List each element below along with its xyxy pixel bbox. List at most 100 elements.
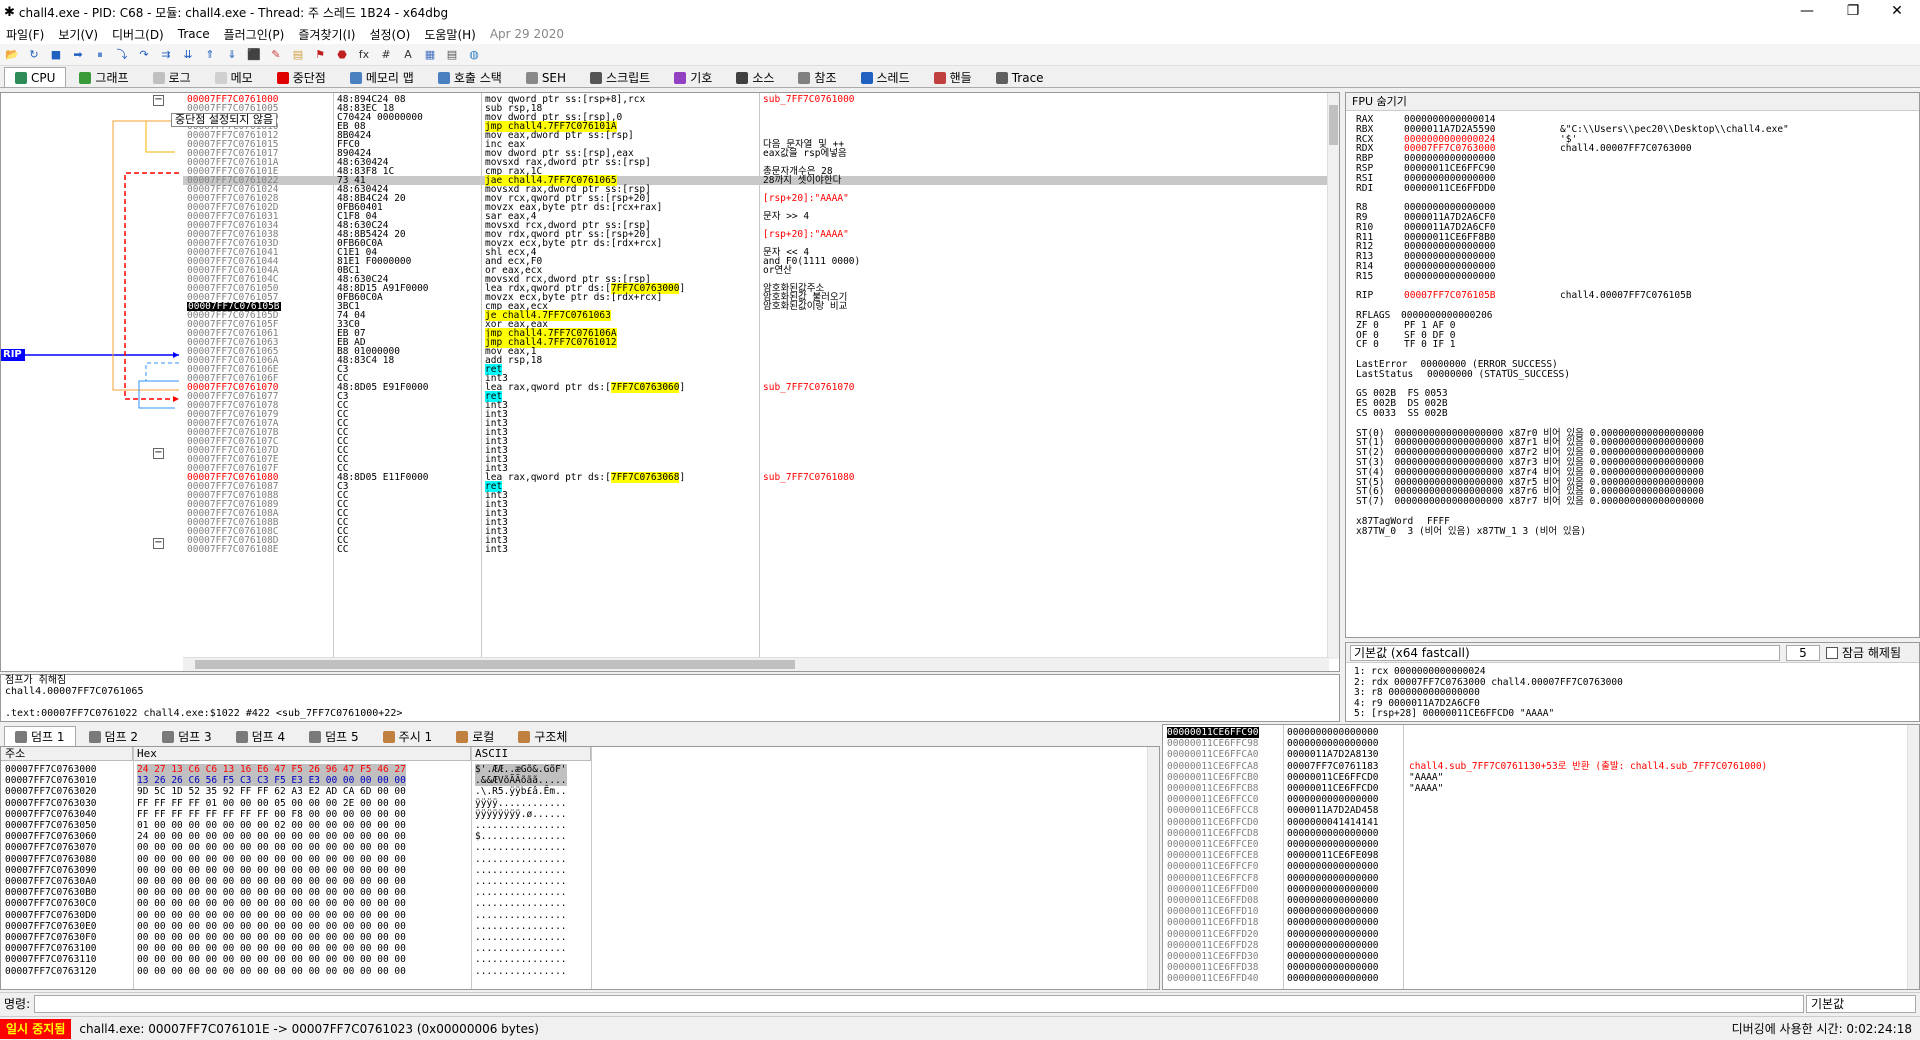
- log-icon[interactable]: ▤: [444, 47, 460, 63]
- menu-item[interactable]: 파일(F): [6, 26, 44, 43]
- menu-item[interactable]: Trace: [178, 27, 210, 41]
- disasm-row[interactable]: 00007FF7C0761089 CC int3: [183, 500, 1329, 510]
- stack-pane[interactable]: 00000011CE6FFC90 0000000000000000 00000011…: [1162, 724, 1920, 990]
- tab-3[interactable]: 메모: [204, 67, 264, 87]
- breakpoint-icon[interactable]: ⬛: [246, 47, 262, 63]
- restart-icon[interactable]: ↻: [26, 47, 42, 63]
- memory-icon[interactable]: ▤: [290, 47, 306, 63]
- fold-toggle[interactable]: −: [153, 538, 164, 549]
- dump-tab-4[interactable]: 덤프 5: [298, 726, 370, 746]
- dump-scrollbar[interactable]: [1147, 747, 1159, 989]
- lock-checkbox[interactable]: [1826, 646, 1838, 659]
- menu-item[interactable]: 도움말(H): [424, 26, 476, 43]
- dump-tab-5[interactable]: 주시 1: [372, 726, 444, 746]
- disasm-row[interactable]: 00007FF7C0761088 CC int3: [183, 491, 1329, 501]
- open-icon[interactable]: 📂: [4, 47, 20, 63]
- hash-icon[interactable]: #: [378, 47, 394, 63]
- fpu-toggle[interactable]: FPU 숨기기: [1346, 93, 1919, 111]
- disasm-row[interactable]: 00007FF7C076107D CC int3: [183, 446, 1329, 456]
- command-mode-select[interactable]: 기본값: [1806, 994, 1916, 1013]
- disasm-row[interactable]: 00007FF7C076106E C3 ret: [183, 364, 1329, 375]
- tab-1[interactable]: 그래프: [68, 67, 139, 87]
- menu-item[interactable]: 즐겨찾기(I): [298, 26, 355, 43]
- dump-tab-2[interactable]: 덤프 3: [151, 726, 223, 746]
- tab-14[interactable]: Trace: [985, 67, 1055, 87]
- fold-toggle[interactable]: −: [153, 448, 164, 459]
- tab-5[interactable]: 메모리 맵: [339, 67, 425, 87]
- trace-into-icon[interactable]: ⇉: [158, 47, 174, 63]
- breakpoint-tooltip: 중단점 설정되지 않음: [171, 113, 278, 127]
- call-convention-select[interactable]: 기본값 (x64 fastcall): [1350, 644, 1780, 661]
- instruction-comment: 문자 >> 4: [763, 211, 810, 222]
- tab-11[interactable]: 참조: [787, 67, 847, 87]
- disasm-row[interactable]: 00007FF7C0761087 C3 ret: [183, 481, 1329, 492]
- execute-till-return-icon[interactable]: ⇑: [202, 47, 218, 63]
- disasm-row[interactable]: 00007FF7C076108D CC int3: [183, 536, 1329, 546]
- disasm-vertical-scrollbar[interactable]: [1327, 93, 1339, 659]
- step-into-icon[interactable]: ⤵: [114, 47, 130, 63]
- tab-8[interactable]: 스크립트: [579, 67, 661, 87]
- stop-icon[interactable]: ■: [48, 47, 64, 63]
- disasm-row[interactable]: 00007FF7C076107C CC int3: [183, 437, 1329, 447]
- arg-count-spinner[interactable]: 5: [1786, 644, 1820, 661]
- trace-over-icon[interactable]: ⇊: [180, 47, 196, 63]
- tab-13[interactable]: 핸들: [923, 67, 983, 87]
- disasm-row[interactable]: 00007FF7C076108A CC int3: [183, 509, 1329, 519]
- tab-4[interactable]: 중단점: [266, 67, 337, 87]
- skip-icon[interactable]: ⇓: [224, 47, 240, 63]
- tab-9[interactable]: 기호: [663, 67, 723, 87]
- stack-scrollbar[interactable]: [1907, 725, 1919, 989]
- disasm-row[interactable]: 00007FF7C0761079 CC int3: [183, 410, 1329, 420]
- function-icon[interactable]: fx: [356, 47, 372, 63]
- maximize-button[interactable]: ❐: [1830, 0, 1876, 24]
- dump-tab-6[interactable]: 로컬: [445, 726, 505, 746]
- disasm-row[interactable]: 00007FF7C076108C CC int3: [183, 527, 1329, 537]
- disasm-row[interactable]: 00007FF7C0761077 C3 ret: [183, 391, 1329, 402]
- font-icon[interactable]: A: [400, 47, 416, 63]
- disasm-row[interactable]: 00007FF7C0761078 CC int3: [183, 401, 1329, 411]
- tab-6[interactable]: 호출 스택: [427, 67, 513, 87]
- menu-item[interactable]: 설정(O): [369, 26, 410, 43]
- dump-tab-7[interactable]: 구조체: [507, 726, 578, 746]
- disasm-horizontal-scrollbar[interactable]: [183, 657, 1329, 671]
- disasm-row[interactable]: 00007FF7C0761080 48:8D05 E11F0000 lea rax,…: [183, 472, 1329, 483]
- tab-7[interactable]: SEH: [515, 67, 577, 87]
- register-row[interactable]: x87TW_0 3 (비어 있음) x87TW_1 3 (비어 있음): [1356, 525, 1592, 538]
- tab-0[interactable]: CPU: [4, 67, 67, 87]
- register-value: 3 (비어 있음) x87TW_1 3 (비어 있음): [1407, 525, 1587, 537]
- menu-item[interactable]: 보기(V): [58, 26, 98, 43]
- run-icon[interactable]: ➡: [70, 47, 86, 63]
- dump-address: 00007FF7C07630C0: [5, 898, 97, 910]
- menu-item[interactable]: 플러그인(P): [224, 26, 285, 43]
- command-input[interactable]: [34, 994, 1804, 1013]
- tab-icon: [736, 71, 749, 84]
- calc-icon[interactable]: ▦: [422, 47, 438, 63]
- menu-item[interactable]: 디버그(D): [112, 26, 164, 43]
- pause-icon[interactable]: ⏸: [92, 47, 108, 63]
- stack-value: 0000000000000000: [1287, 794, 1379, 806]
- disasm-row[interactable]: 00007FF7C076107A CC int3: [183, 419, 1329, 429]
- dump-tab-1[interactable]: 덤프 2: [78, 726, 150, 746]
- fold-toggle[interactable]: −: [153, 95, 164, 106]
- disasm-row[interactable]: 00007FF7C076107E CC int3: [183, 455, 1329, 465]
- disasm-row[interactable]: 00007FF7C076108B CC int3: [183, 518, 1329, 528]
- dump-address: 00007FF7C0763000: [5, 764, 97, 775]
- tab-2[interactable]: 로그: [142, 67, 202, 87]
- dump-tab-0[interactable]: 덤프 1: [4, 726, 76, 746]
- dump-pane[interactable]: 주소 Hex ASCII 00007FF7C0763000 24 27 13 C6…: [0, 746, 1160, 990]
- dump-tab-3[interactable]: 덤프 4: [225, 726, 297, 746]
- minimize-button[interactable]: —: [1784, 0, 1830, 24]
- tab-10[interactable]: 소스: [725, 67, 785, 87]
- globe-icon[interactable]: ◍: [466, 47, 482, 63]
- disasm-row[interactable]: 00007FF7C076106A 48:83C4 18 add rsp,18: [183, 356, 1329, 366]
- script-icon[interactable]: ⚑: [312, 47, 328, 63]
- disasm-row[interactable]: 00007FF7C076108E CC int3: [183, 545, 1329, 555]
- close-button[interactable]: ✕: [1874, 0, 1920, 24]
- patch-icon[interactable]: ✎: [268, 47, 284, 63]
- disassembly-view[interactable]: 00007FF7C0761000 48:894C24 08 mov qword pt…: [183, 93, 1329, 659]
- step-over-icon[interactable]: ↷: [136, 47, 152, 63]
- hardware-bp-icon[interactable]: ⬣: [334, 47, 350, 63]
- disasm-row[interactable]: 00007FF7C076107B CC int3: [183, 428, 1329, 438]
- disasm-row[interactable]: 00007FF7C0761070 48:8D05 E91F0000 lea rax,…: [183, 382, 1329, 393]
- tab-12[interactable]: 스레드: [850, 67, 921, 87]
